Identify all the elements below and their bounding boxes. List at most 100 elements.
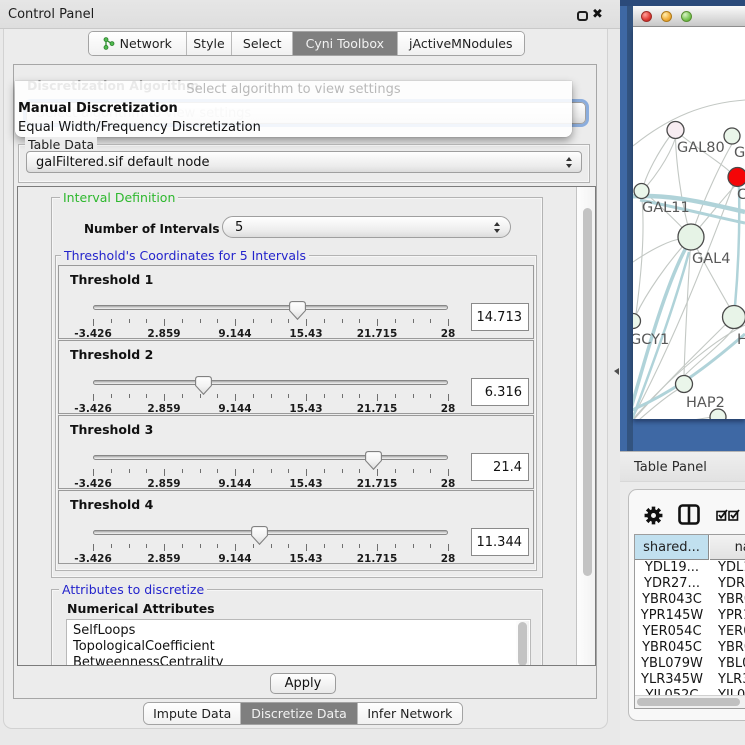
- bottom-tab-impute-data[interactable]: Impute Data: [144, 703, 241, 724]
- threshold-row: Threshold 3-3.4262.8599.14415.4321.71528…: [58, 415, 534, 489]
- column-header-shared-name[interactable]: shared...: [635, 535, 709, 560]
- slider-minor-tick: [395, 319, 396, 323]
- slider-major-tick: [164, 469, 165, 476]
- slider-minor-tick: [253, 394, 254, 398]
- network-edge: [633, 417, 712, 419]
- cell-shared-name: YLR345W: [635, 672, 709, 687]
- table-row[interactable]: YDR27...YDR2: [635, 576, 745, 592]
- network-node-gcy1[interactable]: [633, 314, 641, 329]
- table-hscrollbar-thumb[interactable]: [637, 698, 740, 706]
- slider-minor-tick: [395, 394, 396, 398]
- apply-button[interactable]: Apply: [270, 673, 336, 694]
- checkbox-icon[interactable]: [728, 509, 741, 521]
- table-row[interactable]: YPR145WYPR1: [635, 608, 745, 624]
- network-node-h[interactable]: [723, 306, 745, 329]
- slider-minor-tick: [271, 394, 272, 398]
- slider-major-tick: [164, 319, 165, 326]
- slider-minor-tick: [146, 319, 147, 323]
- popup-item[interactable]: Select algorithm to view settings: [15, 81, 572, 99]
- tab-style[interactable]: Style: [187, 32, 233, 55]
- bottom-tab-infer-network[interactable]: Infer Network: [358, 703, 462, 724]
- threshold-value-field[interactable]: 21.4: [471, 453, 529, 481]
- slider-minor-tick: [111, 319, 112, 323]
- attribute-list-item[interactable]: TopologicalCoefficient: [67, 639, 530, 655]
- table-hscrollbar-track[interactable]: [635, 695, 745, 708]
- slider-track[interactable]: [93, 455, 448, 460]
- node-label: GA: [734, 145, 745, 161]
- cell-shared-name: YBR045C: [635, 640, 709, 655]
- network-window-titlebar[interactable]: [633, 6, 745, 27]
- slider-thumb[interactable]: [195, 376, 213, 396]
- number-of-intervals-combobox[interactable]: 5: [222, 216, 511, 238]
- node-label: H: [737, 332, 745, 348]
- slider-minor-tick: [129, 319, 130, 323]
- network-node-gal80[interactable]: [667, 122, 684, 139]
- network-graph: GAL80GACGAL11GAL4GCY1HHAP2: [633, 27, 745, 419]
- slider-major-tick: [448, 394, 449, 401]
- network-edge: [646, 138, 676, 187]
- slider-minor-tick: [324, 319, 325, 323]
- table-row[interactable]: YBL079WYBL0: [635, 656, 745, 672]
- popup-item[interactable]: Equal Width/Frequency Discretization: [15, 118, 572, 137]
- thresholds-group-title: Threshold's Coordinates for 5 Intervals: [61, 248, 309, 263]
- network-node-ga[interactable]: [724, 128, 740, 144]
- tick-label: 9.144: [218, 403, 251, 415]
- node-table[interactable]: shared... name YDL19...YDL1YDR27...YDR2Y…: [634, 534, 745, 709]
- table-row[interactable]: YBR043CYBR0: [635, 592, 745, 608]
- threshold-value-field[interactable]: 6.316: [471, 378, 529, 406]
- slider-track[interactable]: [93, 305, 448, 310]
- column-header-name[interactable]: name: [710, 535, 745, 560]
- list-scrollbar-thumb[interactable]: [518, 622, 527, 666]
- attribute-list-item[interactable]: BetweennessCentrality: [67, 655, 530, 666]
- minimize-traffic-light[interactable]: [661, 11, 672, 22]
- slider-track[interactable]: [93, 380, 448, 385]
- slider-minor-tick: [129, 469, 130, 473]
- table-data-combobox[interactable]: galFiltered.sif default node: [26, 151, 582, 173]
- tick-label: 2.859: [147, 478, 180, 490]
- slider-thumb[interactable]: [289, 301, 307, 321]
- network-node-gal4[interactable]: [678, 224, 704, 250]
- split-view-icon[interactable]: [678, 504, 700, 525]
- tick-label: 9.144: [218, 328, 251, 340]
- slider-major-tick: [164, 544, 165, 551]
- threshold-label: Threshold 4: [70, 497, 153, 512]
- tick-label: 15.43: [289, 553, 322, 565]
- slider-major-tick: [306, 394, 307, 401]
- float-window-icon[interactable]: [577, 11, 588, 21]
- slider-track[interactable]: [93, 530, 448, 535]
- bottom-tab-discretize-data[interactable]: Discretize Data: [241, 703, 357, 724]
- attribute-list-item[interactable]: SelfLoops: [67, 623, 530, 639]
- slider-thumb[interactable]: [365, 451, 383, 471]
- tab-jactivemnodules[interactable]: jActiveMNodules: [398, 32, 524, 55]
- close-traffic-light[interactable]: [641, 11, 652, 22]
- cell-name: YPR1: [718, 608, 745, 623]
- table-row[interactable]: YLR345WYLR3: [635, 672, 745, 688]
- table-row[interactable]: YER054CYER0: [635, 624, 745, 640]
- slider-minor-tick: [413, 544, 414, 548]
- network-node-c[interactable]: [728, 168, 745, 187]
- tab-select[interactable]: Select: [232, 32, 293, 55]
- network-node[interactable]: [710, 409, 726, 419]
- threshold-value-field[interactable]: 11.344: [471, 528, 529, 556]
- slider-minor-tick: [288, 544, 289, 548]
- network-node-hap2[interactable]: [676, 376, 693, 393]
- panel-divider-handle[interactable]: [614, 368, 619, 375]
- zoom-traffic-light[interactable]: [681, 11, 692, 22]
- threshold-label: Threshold 3: [70, 422, 153, 437]
- slider-major-tick: [448, 319, 449, 326]
- close-icon[interactable]: ✖: [592, 7, 603, 22]
- numerical-attributes-list[interactable]: SelfLoopsTopologicalCoefficientBetweenne…: [66, 619, 531, 666]
- slider-thumb[interactable]: [251, 526, 269, 546]
- scrollpane-scrollbar-thumb[interactable]: [583, 208, 592, 576]
- table-row[interactable]: YBR045CYBR0: [635, 640, 745, 656]
- table-row[interactable]: YDL19...YDL1: [635, 560, 745, 576]
- gear-icon[interactable]: [644, 506, 663, 525]
- tab-cyni-toolbox[interactable]: Cyni Toolbox: [293, 32, 398, 55]
- table-panel-titlebar: Table Panel: [620, 451, 745, 482]
- threshold-value-field[interactable]: 14.713: [471, 303, 529, 331]
- network-node-gal11[interactable]: [634, 184, 649, 199]
- network-canvas[interactable]: GAL80GACGAL11GAL4GCY1HHAP2: [633, 27, 745, 419]
- slider-minor-tick: [395, 544, 396, 548]
- popup-item[interactable]: Manual Discretization: [15, 99, 572, 118]
- tab-network[interactable]: Network: [89, 32, 187, 55]
